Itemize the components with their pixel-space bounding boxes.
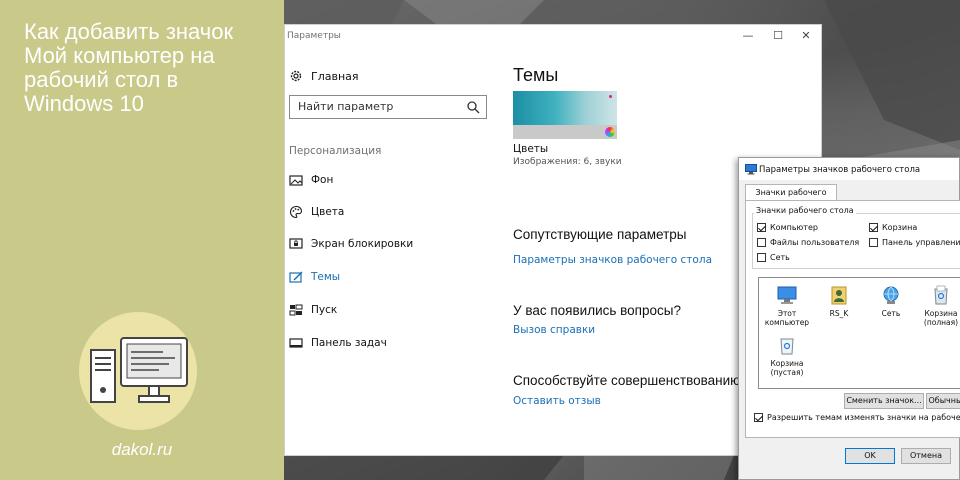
theme-description: Изображения: 6, звуки (513, 157, 622, 167)
dialog-title: Параметры значков рабочего стола (759, 165, 921, 175)
article-banner: Как добавить значок Мой компьютер на раб… (0, 0, 284, 480)
banner-title-line: Windows 10 (24, 91, 144, 116)
site-name: dakol.ru (111, 440, 173, 459)
banner-title-line: Как добавить значок (24, 19, 234, 44)
taskbar-icon (289, 338, 303, 348)
tab-desktop-icons[interactable]: Значки рабочего стола (745, 184, 837, 212)
nav-item-themes[interactable]: Темы (289, 268, 340, 286)
image-icon (289, 175, 303, 186)
palette-icon (290, 205, 303, 219)
checkbox-network[interactable]: Сеть (757, 253, 790, 262)
lock-screen-icon (289, 238, 303, 249)
color-wheel-icon (605, 127, 615, 137)
gear-icon (290, 70, 302, 82)
nav-item-colors[interactable]: Цвета (289, 203, 344, 221)
nav-item-label: Панель задач (311, 337, 387, 349)
list-item[interactable]: Сеть (867, 284, 915, 318)
themes-icon (289, 271, 303, 283)
monitor-icon (745, 164, 757, 175)
nav-item-label: Темы (311, 271, 341, 283)
nav-item-start[interactable]: Пуск (289, 301, 337, 319)
list-item[interactable]: Корзина (полная) (917, 284, 960, 327)
checkbox-box[interactable] (869, 238, 878, 247)
user-folder-icon (831, 286, 847, 305)
maximize-button[interactable]: ☐ (767, 28, 789, 44)
desktop-icon-settings-link[interactable]: Параметры значков рабочего стола (513, 254, 712, 266)
checkbox-control-panel[interactable]: Панель управления (869, 238, 960, 247)
nav-item-label: Цвета (311, 206, 345, 218)
dialog-panel: Компьютер Корзина Файлы пользователя Пан… (745, 200, 960, 438)
banner-title-line: Мой компьютер на (24, 43, 215, 68)
start-icon (289, 304, 303, 316)
checkbox-box[interactable] (869, 223, 878, 232)
dialog-titlebar[interactable]: Параметры значков рабочего стола (739, 158, 959, 180)
icon-label: Корзина (полная) (923, 309, 959, 327)
banner-title: Как добавить значок Мой компьютер на раб… (24, 20, 274, 116)
nav-item-background[interactable]: Фон (289, 171, 333, 189)
checkbox-box[interactable] (754, 413, 763, 422)
checkbox-recycle-bin[interactable]: Корзина (869, 223, 917, 232)
page-title: Темы (513, 65, 559, 85)
site-logo (79, 312, 197, 430)
questions-heading: У вас появились вопросы? (513, 303, 681, 318)
checkbox-box[interactable] (757, 253, 766, 262)
icon-label: Сеть (881, 309, 901, 318)
list-item[interactable]: Корзина (пустая) (763, 334, 811, 377)
network-icon (883, 286, 899, 304)
section-label: Персонализация (289, 145, 382, 157)
settings-titlebar[interactable]: Параметры — ☐ ✕ (285, 25, 821, 47)
search-input[interactable]: Найти параметр (289, 95, 487, 119)
checkbox-computer[interactable]: Компьютер (757, 223, 818, 232)
banner-title-line: рабочий стол в (24, 67, 179, 92)
checkbox-box[interactable] (757, 223, 766, 232)
checkbox-box[interactable] (757, 238, 766, 247)
nav-home[interactable]: Главная (289, 67, 359, 85)
group-label: Значки рабочего стола (754, 206, 856, 215)
theme-name: Цветы (513, 143, 549, 155)
improve-heading: Способствуйте совершенствованию (513, 373, 741, 388)
icon-label: Корзина (пустая) (770, 359, 804, 377)
desktop-icon-settings-dialog: Параметры значков рабочего стола Значки … (738, 157, 960, 480)
minimize-button[interactable]: — (737, 28, 759, 44)
nav-item-lock-screen[interactable]: Экран блокировки (289, 235, 413, 253)
ok-button[interactable]: OK (845, 448, 895, 464)
nav-item-taskbar[interactable]: Панель задач (289, 334, 387, 352)
icon-label: RS_K (829, 309, 849, 318)
search-icon[interactable] (466, 100, 480, 114)
checkbox-label: Разрешить темам изменять значки на рабоч… (767, 413, 960, 422)
change-icon-button[interactable]: Сменить значок... (844, 393, 924, 409)
list-item[interactable]: RS_K (815, 284, 863, 318)
theme-preview-accent (609, 95, 612, 98)
desktop-icons-group: Компьютер Корзина Файлы пользователя Пан… (752, 213, 960, 269)
computer-icon (777, 286, 797, 304)
checkbox-user-files[interactable]: Файлы пользователя (757, 238, 859, 247)
get-help-link[interactable]: Вызов справки (513, 324, 595, 336)
recycle-bin-empty-icon (780, 338, 794, 355)
feedback-link[interactable]: Оставить отзыв (513, 395, 601, 407)
checkbox-label: Файлы пользователя (770, 238, 860, 247)
checkbox-allow-themes[interactable]: Разрешить темам изменять значки на рабоч… (754, 413, 960, 422)
icon-label: Этот компьютер (764, 309, 810, 327)
theme-preview-taskbar (513, 125, 617, 139)
nav-home-label: Главная (311, 69, 359, 83)
cancel-button[interactable]: Отмена (901, 448, 951, 464)
close-button[interactable]: ✕ (795, 28, 817, 44)
checkbox-label: Сеть (770, 253, 790, 262)
theme-preview[interactable] (513, 91, 617, 139)
list-item[interactable]: Этот компьютер (763, 284, 811, 327)
nav-item-label: Экран блокировки (311, 238, 414, 250)
window-title: Параметры (287, 31, 341, 41)
search-placeholder: Найти параметр (298, 100, 394, 113)
checkbox-label: Корзина (882, 223, 918, 232)
checkbox-label: Панель управления (882, 238, 960, 247)
recycle-bin-full-icon (934, 285, 948, 305)
default-icon-button[interactable]: Обычный (926, 393, 960, 409)
checkbox-label: Компьютер (770, 223, 818, 232)
icon-list: Этот компьютер RS_K Сеть Корзина (полная… (758, 277, 960, 389)
computer-logo-icon (90, 337, 188, 403)
related-settings-heading: Сопутствующие параметры (513, 227, 687, 242)
nav-item-label: Фон (311, 174, 334, 186)
nav-item-label: Пуск (311, 304, 338, 316)
